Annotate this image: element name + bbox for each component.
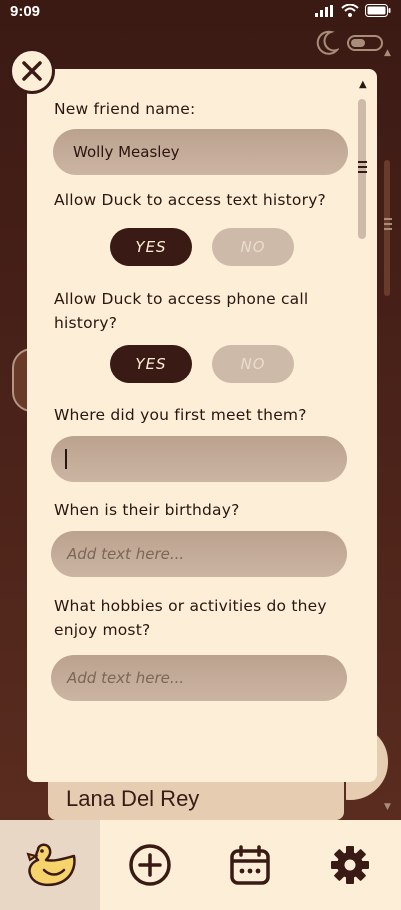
close-button[interactable] <box>9 48 55 94</box>
outer-scroll-down-arrow[interactable]: ▼ <box>384 802 391 812</box>
status-icons <box>315 4 391 17</box>
friend-name-input[interactable]: Wolly Measley <box>53 129 348 175</box>
wifi-icon <box>341 4 359 17</box>
phone-history-yes-button[interactable]: YES <box>110 345 192 383</box>
calendar-icon <box>230 845 270 885</box>
text-history-yes-button[interactable]: YES <box>110 228 192 266</box>
text-history-no-button[interactable]: NO <box>212 228 294 266</box>
meet-label: Where did you first meet them? <box>54 406 307 424</box>
close-icon <box>22 61 42 81</box>
hobbies-input[interactable]: Add text here... <box>51 655 347 701</box>
status-time: 9:09 <box>10 3 41 20</box>
moon-icon <box>316 30 339 55</box>
signal-icon <box>315 4 333 17</box>
modal-scrollbar-grip <box>358 161 367 176</box>
bottom-tab-bar <box>0 820 401 910</box>
add-friend-modal: ▲ New friend name: Wolly Measley Allow D… <box>27 69 377 782</box>
plus-circle-icon <box>129 844 171 886</box>
gear-icon <box>331 846 369 884</box>
tab-duck[interactable] <box>0 820 100 910</box>
duck-icon <box>26 843 76 887</box>
friend-card-name: Lana Del Rey <box>66 786 200 811</box>
outer-scroll-up-arrow[interactable]: ▲ <box>384 48 391 58</box>
outer-scrollbar-grip <box>384 218 392 232</box>
tab-settings[interactable] <box>300 820 400 910</box>
battery-icon <box>365 4 391 17</box>
hobbies-label: What hobbies or activities do they enjoy… <box>54 597 327 639</box>
phone-history-no-button[interactable]: NO <box>212 345 294 383</box>
text-caret <box>65 449 67 469</box>
name-label: New friend name: <box>54 100 196 118</box>
dark-mode-toggle-row <box>315 30 383 56</box>
toggle-knob <box>351 39 365 47</box>
dark-mode-toggle[interactable] <box>347 35 383 51</box>
tab-add[interactable] <box>100 820 200 910</box>
text-history-label: Allow Duck to access text history? <box>54 191 326 209</box>
status-bar: 9:09 <box>0 0 401 26</box>
meet-input[interactable] <box>51 436 347 482</box>
birthday-input[interactable]: Add text here... <box>51 531 347 577</box>
tab-calendar[interactable] <box>200 820 300 910</box>
phone-history-label: Allow Duck to access phone call history? <box>54 290 309 332</box>
modal-scroll-up-arrow[interactable]: ▲ <box>359 79 367 90</box>
birthday-label: When is their birthday? <box>54 501 240 519</box>
